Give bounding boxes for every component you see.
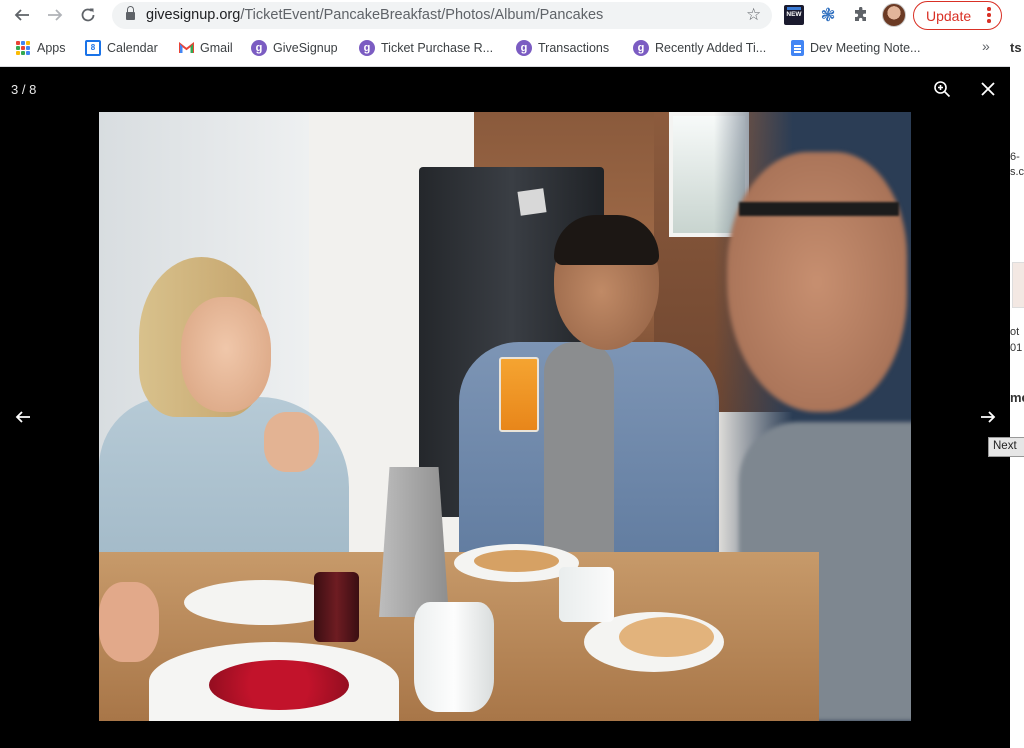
bookmark-star-icon[interactable]: ☆	[746, 5, 761, 25]
givesignup-icon: g	[633, 40, 649, 56]
zoom-in-icon	[934, 81, 951, 98]
bookmark-calendar[interactable]: 8 Calendar	[85, 40, 158, 56]
arrow-left-icon	[14, 9, 29, 21]
apps-grid-icon	[15, 40, 31, 56]
bookmarks-overflow-button[interactable]: »	[982, 38, 990, 54]
gmail-icon	[178, 40, 194, 56]
givesignup-icon: g	[516, 40, 532, 56]
more-vert-icon	[987, 7, 991, 23]
bookmark-transactions[interactable]: g Transactions	[516, 40, 609, 56]
background-fragment: 6-	[1010, 151, 1020, 163]
arrow-right-icon	[981, 411, 996, 423]
background-thumbnail	[1012, 262, 1024, 308]
url-text: givesignup.org/TicketEvent/PancakeBreakf…	[146, 7, 604, 23]
lightbox-photo	[99, 112, 911, 721]
bookmark-ticket-purchase[interactable]: g Ticket Purchase R...	[359, 40, 493, 56]
background-fragment: 01 E	[1010, 342, 1024, 354]
browser-toolbar: givesignup.org/TicketEvent/PancakeBreakf…	[0, 0, 1010, 31]
close-button[interactable]	[974, 75, 1002, 103]
background-fragment: ot	[1010, 326, 1020, 338]
extensions-puzzle-icon[interactable]	[850, 4, 872, 26]
bookmarks-bar: Apps 8 Calendar Gmail g GiveSignup g Tic…	[0, 31, 1010, 67]
arrow-left-icon	[15, 411, 30, 423]
photo-lightbox: 3 / 8 Next	[0, 67, 1024, 748]
arrow-right-icon	[48, 9, 63, 21]
address-bar[interactable]: givesignup.org/TicketEvent/PancakeBreakf…	[112, 2, 772, 29]
gear-extension-icon[interactable]: ❃	[817, 4, 839, 26]
background-fragment: ts	[1010, 40, 1022, 55]
lock-icon	[126, 6, 135, 20]
calendar-icon: 8	[85, 40, 101, 56]
close-icon	[981, 82, 995, 96]
profile-avatar[interactable]	[882, 3, 906, 27]
bookmark-dev-meeting-notes[interactable]: Dev Meeting Note...	[791, 40, 920, 56]
bookmark-recently-added[interactable]: g Recently Added Ti...	[633, 40, 766, 56]
bookmark-apps[interactable]: Apps	[15, 40, 66, 56]
reload-icon	[81, 8, 95, 22]
givesignup-icon: g	[251, 40, 267, 56]
update-label: Update	[926, 8, 972, 24]
bookmark-gmail[interactable]: Gmail	[178, 40, 233, 56]
background-fragment: me	[1010, 390, 1024, 405]
update-button[interactable]: Update	[913, 1, 1002, 30]
forward-button[interactable]	[44, 4, 66, 26]
photo-counter: 3 / 8	[11, 82, 37, 97]
next-photo-button[interactable]	[974, 403, 1002, 431]
reload-button[interactable]	[77, 4, 99, 26]
background-window-strip: ts 6- s.c ot 01 E me	[1010, 0, 1024, 748]
previous-photo-button[interactable]	[9, 403, 37, 431]
docs-icon	[791, 40, 804, 56]
back-button[interactable]	[11, 4, 33, 26]
background-fragment: s.c	[1010, 166, 1024, 178]
bookmark-givesignup[interactable]: g GiveSignup	[251, 40, 338, 56]
zoom-button[interactable]	[928, 75, 956, 103]
givesignup-icon: g	[359, 40, 375, 56]
new-calendar-extension-icon[interactable]: NEW	[784, 5, 804, 25]
next-tooltip: Next	[988, 437, 1024, 457]
